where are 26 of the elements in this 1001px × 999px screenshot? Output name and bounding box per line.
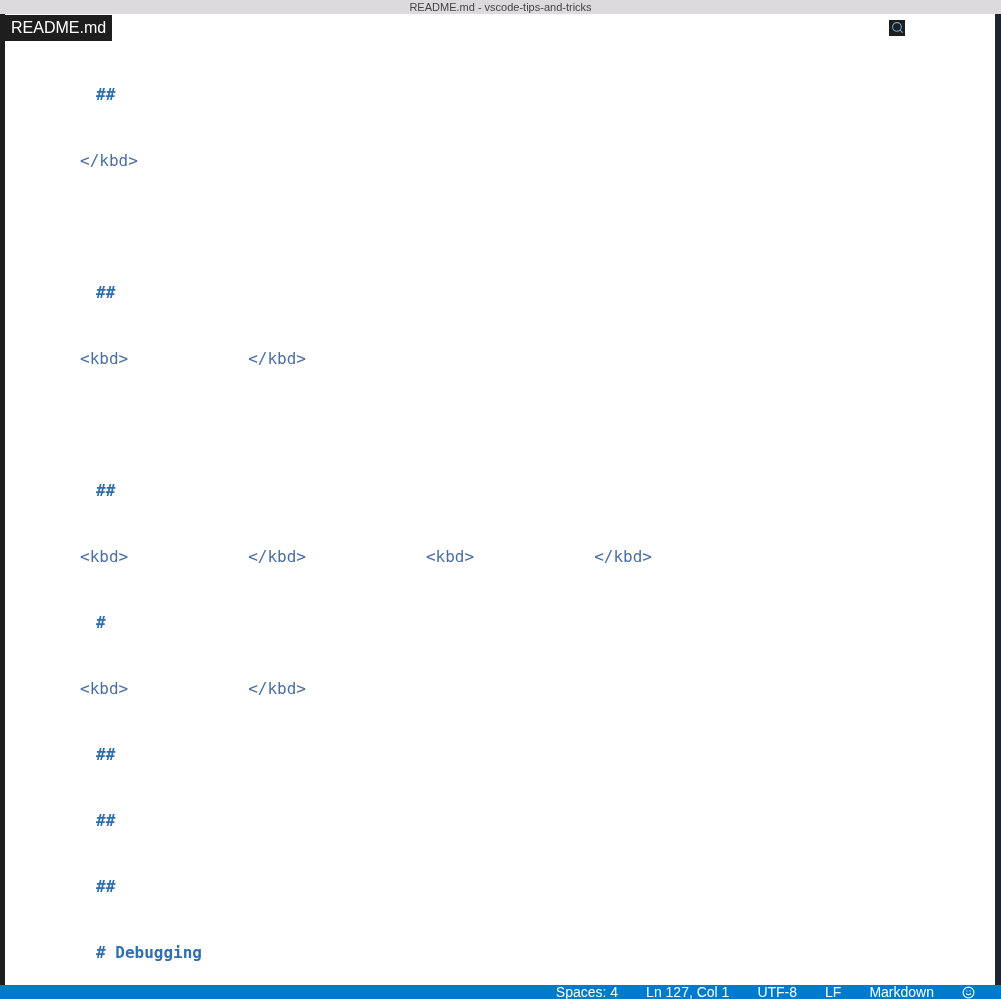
window-title: README.md - vscode-tips-and-tricks: [409, 0, 592, 14]
search-icon[interactable]: [889, 19, 905, 36]
code-text: <kbd>: [80, 678, 129, 698]
code-text: </kbd>: [248, 348, 306, 368]
markdown-heading: #: [96, 612, 106, 632]
status-item[interactable]: Spaces: 4: [555, 985, 619, 999]
markdown-heading: ##: [96, 480, 116, 500]
code-text: </kbd>: [80, 150, 138, 170]
markdown-heading: ##: [96, 282, 116, 302]
smiley-icon[interactable]: [962, 985, 975, 999]
status-item[interactable]: Ln 127, Col 1: [646, 985, 730, 999]
code-text: </kbd>: [594, 546, 652, 566]
markdown-heading: ##: [96, 810, 116, 830]
code-text: </kbd>: [248, 678, 306, 698]
code-text: <kbd>: [80, 348, 129, 368]
code-text: <kbd>: [80, 546, 129, 566]
status-item[interactable]: Markdown: [869, 985, 934, 999]
status-item[interactable]: UTF-8: [757, 985, 798, 999]
markdown-heading: ##: [96, 84, 116, 104]
editor-tab[interactable]: README.md: [5, 14, 113, 41]
code-text: <kbd>: [425, 546, 475, 566]
status-item[interactable]: LF: [825, 985, 842, 999]
code-text: </kbd>: [248, 546, 306, 566]
markdown-heading: ##: [96, 744, 116, 764]
markdown-heading: # Debugging: [96, 942, 202, 962]
markdown-heading: ##: [96, 876, 116, 896]
